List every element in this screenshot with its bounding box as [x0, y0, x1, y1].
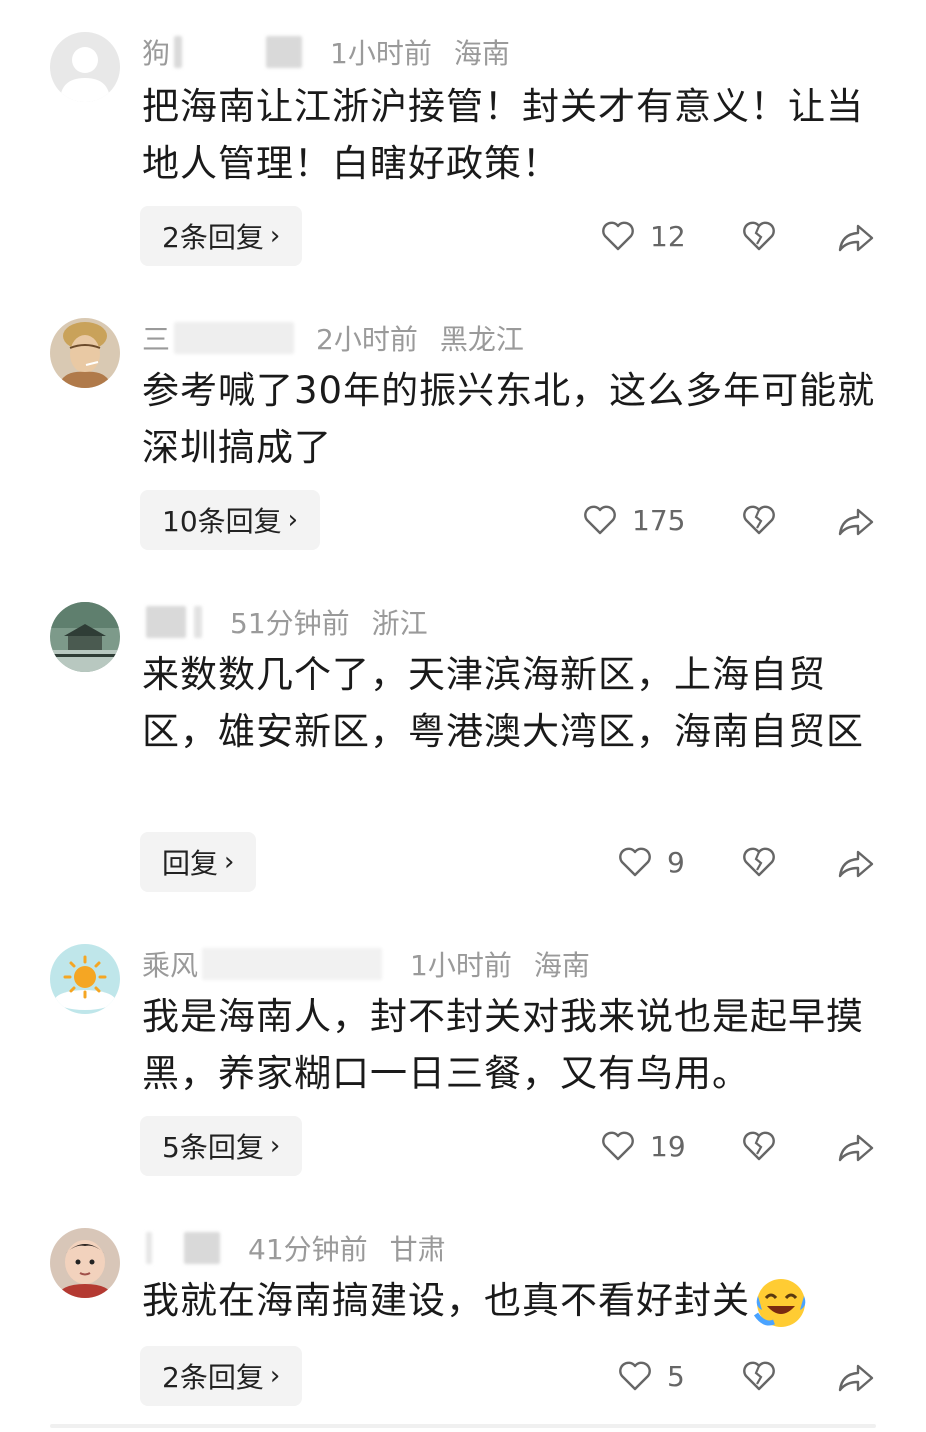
comment-location: 海南	[453, 37, 510, 70]
comment-meta: 狗 1小时前 海南	[142, 32, 510, 72]
comment-text: 参考喊了30年的振兴东北，这么多年可能就深圳搞成了	[142, 369, 876, 469]
comment-time: 51分钟前	[230, 607, 350, 640]
heart-outline-icon	[602, 1131, 634, 1161]
username[interactable]: 狗	[142, 32, 170, 72]
broken-heart-icon[interactable]	[741, 490, 777, 550]
comment-time: 1小时前	[330, 37, 432, 70]
like-button[interactable]: 19	[600, 1116, 686, 1176]
comment-text: 把海南让江浙沪接管！封关才有意义！让当地人管理！白瞎好政策！	[142, 85, 864, 185]
comment-time: 2小时前	[316, 323, 418, 356]
heart-outline-icon	[584, 505, 616, 535]
user-avatar[interactable]	[50, 602, 120, 672]
broken-heart-icon[interactable]	[741, 1346, 777, 1406]
like-count: 19	[650, 1129, 686, 1163]
comment-meta: 乘风 1小时前 海南	[142, 944, 590, 984]
comment-meta: 三 2小时前 黑龙江	[142, 318, 524, 358]
redacted-name	[194, 606, 202, 638]
like-button[interactable]: 5	[617, 1346, 685, 1406]
username[interactable]: 三	[142, 318, 170, 358]
comment-time: 1小时前	[410, 949, 512, 982]
comment-location: 浙江	[371, 607, 428, 640]
comment-time: 41分钟前	[248, 1233, 368, 1266]
redacted-name	[184, 1232, 220, 1264]
comment-location: 海南	[533, 949, 590, 982]
comment-actions: 175	[0, 490, 926, 550]
redacted-name	[146, 606, 186, 638]
comment-text: 我是海南人，封不封关对我来说也是起早摸黑，养家糊口一日三餐，又有鸟用。	[142, 995, 864, 1095]
like-button[interactable]: 175	[582, 490, 685, 550]
comment-actions: 9	[0, 832, 926, 892]
user-avatar[interactable]	[50, 944, 120, 1014]
heart-outline-icon	[619, 847, 651, 877]
redacted-name	[146, 1232, 152, 1264]
redacted-name	[202, 948, 383, 980]
user-avatar[interactable]	[50, 1228, 120, 1298]
like-button[interactable]: 9	[617, 832, 685, 892]
broken-heart-icon[interactable]	[741, 206, 777, 266]
comment-actions: 19	[0, 1116, 926, 1176]
share-arrow-icon[interactable]	[836, 1116, 876, 1176]
like-count: 175	[632, 503, 686, 537]
comment-actions: 12	[0, 206, 926, 266]
share-arrow-icon[interactable]	[836, 206, 876, 266]
comment-text-content: 我就在海南搞建设，也真不看好封关	[142, 1279, 750, 1322]
like-button[interactable]: 12	[600, 206, 686, 266]
comment-actions: 5	[0, 1346, 926, 1406]
broken-heart-icon[interactable]	[741, 832, 777, 892]
share-arrow-icon[interactable]	[836, 1346, 876, 1406]
comment-text: 来数数几个了，天津滨海新区，上海自贸区，雄安新区，粤港澳大湾区，海南自贸区	[142, 653, 864, 753]
share-arrow-icon[interactable]	[836, 490, 876, 550]
user-avatar[interactable]	[50, 32, 120, 102]
broken-heart-icon[interactable]	[741, 1116, 777, 1176]
comment-location: 甘肃	[389, 1233, 446, 1266]
redacted-name	[174, 322, 295, 354]
heart-outline-icon	[619, 1361, 651, 1391]
share-arrow-icon[interactable]	[836, 832, 876, 892]
comment-text: 我就在海南搞建设，也真不看好封关	[142, 1272, 882, 1330]
comment-location: 黑龙江	[439, 323, 524, 356]
like-count: 5	[667, 1359, 685, 1393]
redacted-name	[174, 36, 183, 68]
bottom-divider	[50, 1424, 876, 1428]
heart-outline-icon	[602, 221, 634, 251]
laughing-crying-emoji-icon	[754, 1278, 806, 1327]
user-avatar[interactable]	[50, 318, 120, 388]
comment-meta: 41分钟前 甘肃	[142, 1228, 446, 1268]
comment-meta: 51分钟前 浙江	[142, 602, 428, 642]
like-count: 12	[650, 219, 686, 253]
like-count: 9	[667, 845, 685, 879]
username[interactable]: 乘风	[142, 944, 198, 984]
redacted-name	[266, 36, 303, 68]
